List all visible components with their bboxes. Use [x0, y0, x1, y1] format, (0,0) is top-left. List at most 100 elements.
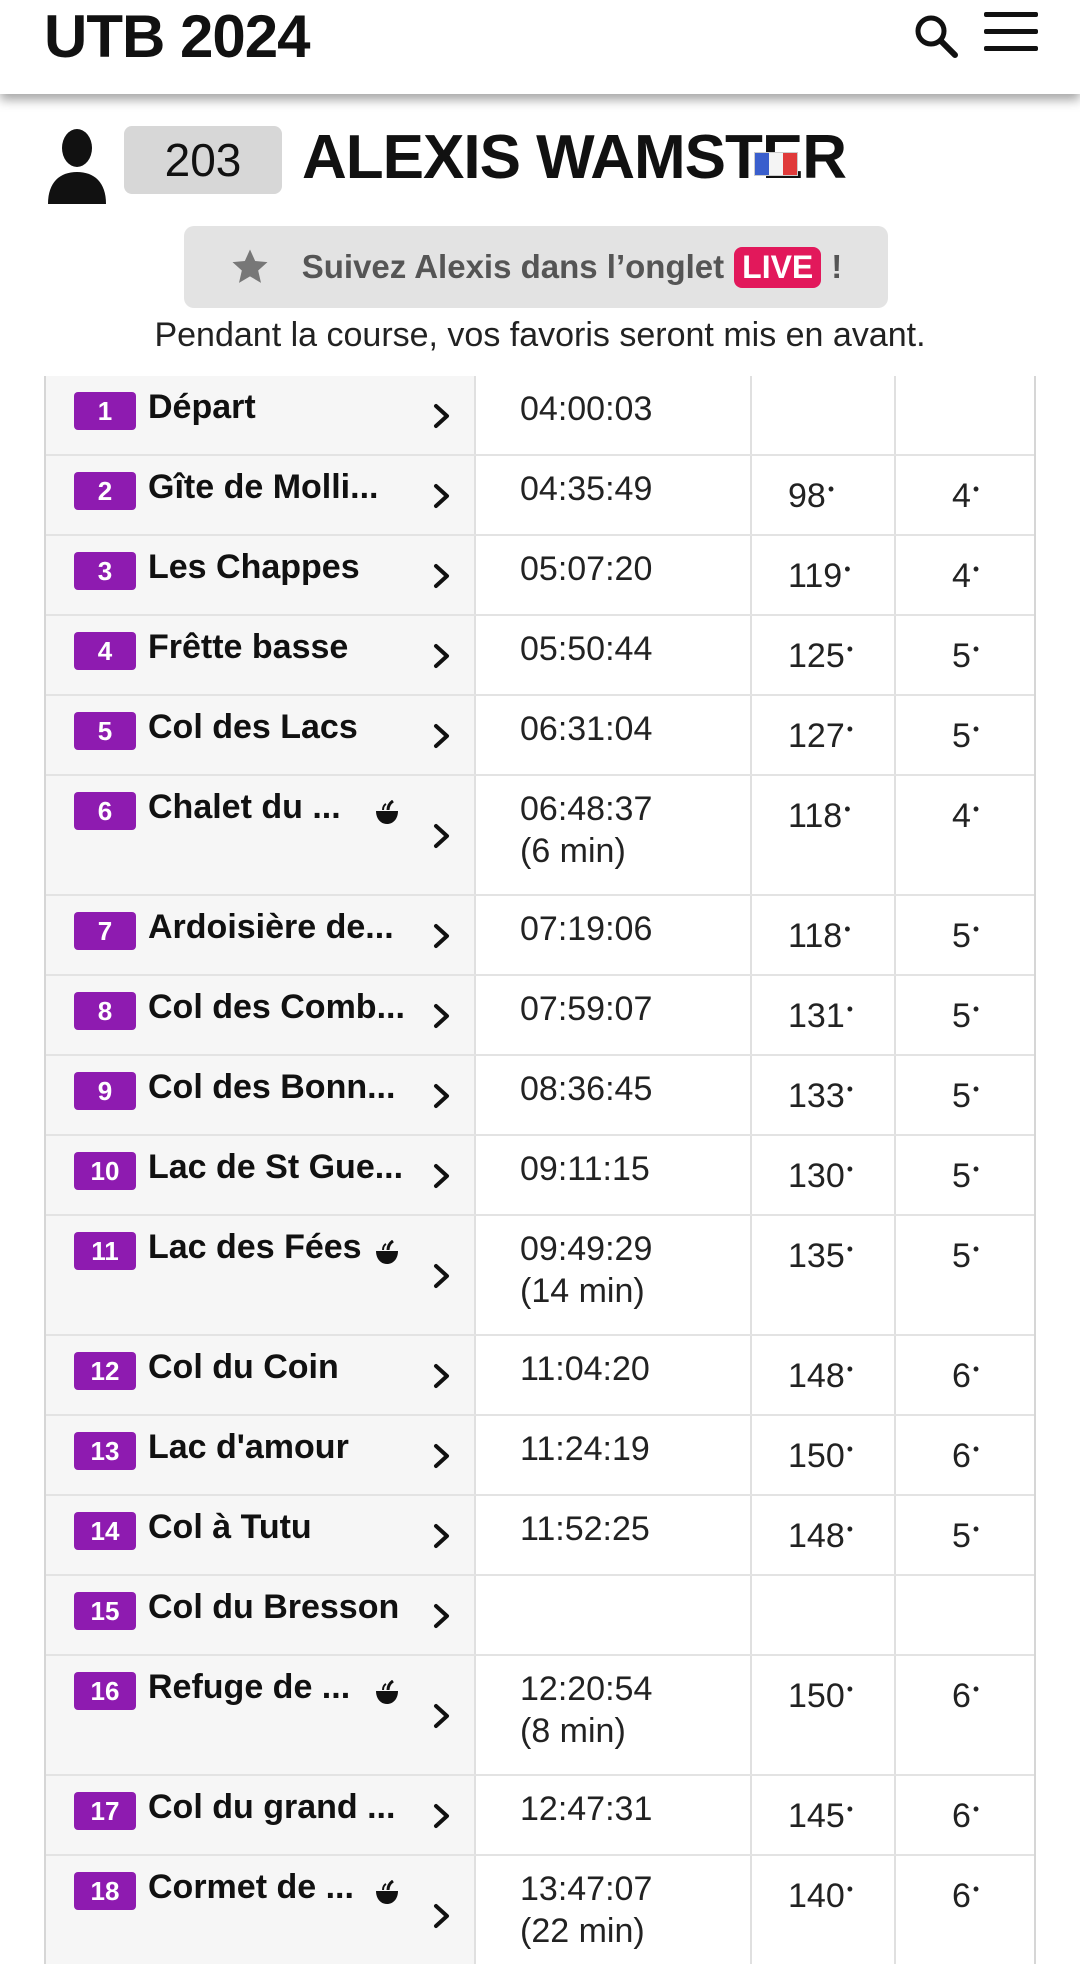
chevron-right-icon[interactable]: [432, 1163, 452, 1189]
checkpoint-number: 14: [74, 1512, 136, 1550]
chevron-right-icon[interactable]: [432, 1703, 452, 1729]
checkpoint-row[interactable]: 2 Gîte de Molli... 04:35:49 98 • 4 •: [46, 456, 1034, 536]
checkpoint-row[interactable]: 4 Frêtte basse 05:50:44 125 • 5 •: [46, 616, 1034, 696]
checkpoint-row[interactable]: 7 Ardoisière de... 07:19:06 118 • 5 •: [46, 896, 1034, 976]
category-rank-cell: [898, 1576, 1034, 1654]
passage-time: 12:20:54: [520, 1670, 653, 1708]
category-rank: 5: [952, 997, 971, 1035]
category-rank: 5: [952, 1237, 971, 1275]
overall-rank-cell: 148 •: [754, 1496, 896, 1574]
checkpoint-row[interactable]: 1 Départ 04:00:03: [46, 376, 1034, 456]
chevron-right-icon[interactable]: [432, 1083, 452, 1109]
pause-duration: (6 min): [520, 832, 626, 870]
chevron-right-icon[interactable]: [432, 1603, 452, 1629]
chevron-right-icon[interactable]: [432, 403, 452, 429]
checkpoint-name-cell[interactable]: 11 Lac des Fées: [46, 1216, 476, 1334]
overall-rank: 150: [788, 1437, 845, 1475]
category-rank-cell: 5 •: [952, 1237, 980, 1275]
category-rank: 4: [952, 477, 971, 515]
checkpoint-number: 7: [74, 912, 136, 950]
chevron-right-icon[interactable]: [432, 563, 452, 589]
pause-duration: (8 min): [520, 1712, 626, 1750]
chevron-right-icon[interactable]: [432, 923, 452, 949]
runner-header: 203 ALEXIS WAMSTER: [0, 118, 1080, 208]
chevron-right-icon[interactable]: [432, 723, 452, 749]
checkpoint-name-cell[interactable]: 18 Cormet de ...: [46, 1856, 476, 1964]
category-rank: 6: [952, 1677, 971, 1715]
passage-time-cell: 06:31:04: [478, 696, 752, 774]
checkpoint-name-cell[interactable]: 12 Col du Coin: [46, 1336, 476, 1414]
category-rank-cell: 5 •: [952, 1157, 980, 1195]
overall-rank: 148: [788, 1517, 845, 1555]
category-rank-cell: 4 •: [952, 557, 980, 595]
checkpoint-name: Col des Lacs: [148, 708, 358, 746]
overall-rank-cell: 119 •: [754, 536, 896, 614]
checkpoint-row[interactable]: 10 Lac de St Gue... 09:11:15 130 • 5 •: [46, 1136, 1034, 1216]
checkpoint-row[interactable]: 18 Cormet de ... 13:47:07 (22 min) 140 • 6 •: [46, 1856, 1034, 1964]
passage-time-cell: 11:24:19: [478, 1416, 752, 1494]
hamburger-menu-icon[interactable]: [984, 12, 1038, 56]
category-rank-cell: 5 •: [952, 637, 980, 675]
chevron-right-icon[interactable]: [432, 1443, 452, 1469]
checkpoint-name-cell[interactable]: 15 Col du Bresson: [46, 1576, 476, 1654]
checkpoint-row[interactable]: 5 Col des Lacs 06:31:04 127 • 5 •: [46, 696, 1034, 776]
checkpoint-row[interactable]: 15 Col du Bresson: [46, 1576, 1034, 1656]
checkpoint-name-cell[interactable]: 4 Frêtte basse: [46, 616, 476, 694]
chevron-right-icon[interactable]: [432, 1263, 452, 1289]
category-rank: 6: [952, 1437, 971, 1475]
chevron-right-icon[interactable]: [432, 1003, 452, 1029]
chevron-right-icon[interactable]: [432, 1803, 452, 1829]
checkpoint-name-cell[interactable]: 10 Lac de St Gue...: [46, 1136, 476, 1214]
overall-rank: 140: [788, 1877, 845, 1915]
checkpoint-row[interactable]: 14 Col à Tutu 11:52:25 148 • 5 •: [46, 1496, 1034, 1576]
france-flag-icon: [754, 152, 798, 176]
checkpoint-name-cell[interactable]: 8 Col des Comb...: [46, 976, 476, 1054]
checkpoint-name-cell[interactable]: 5 Col des Lacs: [46, 696, 476, 774]
checkpoint-row[interactable]: 9 Col des Bonn... 08:36:45 133 • 5 •: [46, 1056, 1034, 1136]
search-icon[interactable]: [912, 12, 960, 60]
overall-rank-cell: 140 •: [754, 1856, 896, 1964]
checkpoint-name-cell[interactable]: 6 Chalet du ...: [46, 776, 476, 894]
pause-duration: (22 min): [520, 1912, 645, 1950]
checkpoint-number: 9: [74, 1072, 136, 1110]
follow-live-button[interactable]: Suivez Alexis dans l’onglet LIVE !: [184, 226, 888, 308]
checkpoint-name-cell[interactable]: 2 Gîte de Molli...: [46, 456, 476, 534]
checkpoint-name-cell[interactable]: 17 Col du grand ...: [46, 1776, 476, 1854]
overall-rank-cell: 133 •: [754, 1056, 896, 1134]
overall-rank-cell: 127 •: [754, 696, 896, 774]
checkpoint-name: Col des Bonn...: [148, 1068, 396, 1106]
checkpoint-name-cell[interactable]: 13 Lac d'amour: [46, 1416, 476, 1494]
overall-rank-cell: 148 •: [754, 1336, 896, 1414]
checkpoint-name-cell[interactable]: 9 Col des Bonn...: [46, 1056, 476, 1134]
chevron-right-icon[interactable]: [432, 1903, 452, 1929]
chevron-right-icon[interactable]: [432, 1523, 452, 1549]
checkpoint-row[interactable]: 17 Col du grand ... 12:47:31 145 • 6 •: [46, 1776, 1034, 1856]
checkpoint-name-cell[interactable]: 1 Départ: [46, 376, 476, 454]
checkpoint-row[interactable]: 13 Lac d'amour 11:24:19 150 • 6 •: [46, 1416, 1034, 1496]
category-rank-cell: [898, 376, 1034, 454]
passage-time: 04:00:03: [520, 390, 653, 428]
checkpoint-name-cell[interactable]: 7 Ardoisière de...: [46, 896, 476, 974]
category-rank-cell: 4 •: [952, 477, 980, 515]
chevron-right-icon[interactable]: [432, 483, 452, 509]
checkpoint-name-cell[interactable]: 16 Refuge de ...: [46, 1656, 476, 1774]
passage-time-cell: 09:11:15: [478, 1136, 752, 1214]
checkpoint-name-cell[interactable]: 3 Les Chappes: [46, 536, 476, 614]
category-rank: 5: [952, 717, 971, 755]
checkpoint-name-cell[interactable]: 14 Col à Tutu: [46, 1496, 476, 1574]
checkpoint-row[interactable]: 16 Refuge de ... 12:20:54 (8 min) 150 • 6 •: [46, 1656, 1034, 1776]
chevron-right-icon[interactable]: [432, 823, 452, 849]
category-rank: 5: [952, 1157, 971, 1195]
checkpoint-row[interactable]: 12 Col du Coin 11:04:20 148 • 6 •: [46, 1336, 1034, 1416]
checkpoint-row[interactable]: 6 Chalet du ... 06:48:37 (6 min) 118 • 4 •: [46, 776, 1034, 896]
checkpoint-number: 18: [74, 1872, 136, 1910]
category-rank: 6: [952, 1357, 971, 1395]
checkpoint-row[interactable]: 8 Col des Comb... 07:59:07 131 • 5 •: [46, 976, 1034, 1056]
chevron-right-icon[interactable]: [432, 643, 452, 669]
overall-rank-cell: 150 •: [754, 1416, 896, 1494]
chevron-right-icon[interactable]: [432, 1363, 452, 1389]
checkpoint-row[interactable]: 3 Les Chappes 05:07:20 119 • 4 •: [46, 536, 1034, 616]
app-title[interactable]: UTB 2024: [44, 2, 310, 71]
checkpoint-row[interactable]: 11 Lac des Fées 09:49:29 (14 min) 135 • 5 •: [46, 1216, 1034, 1336]
live-badge: LIVE: [734, 246, 822, 288]
